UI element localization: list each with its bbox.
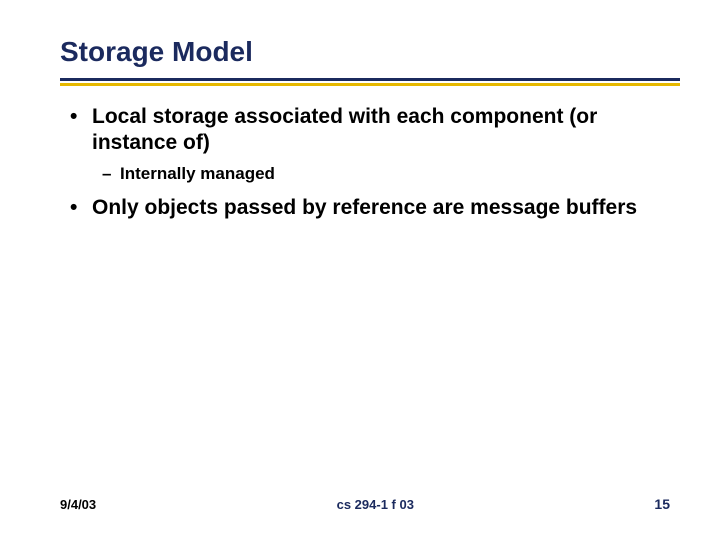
bullet-text: Local storage associated with each compo… [92,104,650,157]
bullet-level1: • Local storage associated with each com… [68,104,650,157]
bullet-text: Only objects passed by reference are mes… [92,195,650,221]
slide-body: • Local storage associated with each com… [60,104,670,221]
footer-course: cs 294-1 f 03 [337,497,414,512]
bullet-dot-icon: • [68,104,92,157]
slide-footer: 9/4/03 cs 294-1 f 03 15 [60,496,670,512]
bullet-level1: • Only objects passed by reference are m… [68,195,650,221]
bullet-dash-icon: – [102,163,120,185]
bullet-text: Internally managed [120,163,650,185]
footer-date: 9/4/03 [60,497,96,512]
bullet-level2: – Internally managed [102,163,650,185]
slide: Storage Model • Local storage associated… [0,0,720,540]
divider-dark [60,78,680,81]
divider-gold [60,83,680,86]
slide-title: Storage Model [60,36,670,68]
bullet-dot-icon: • [68,195,92,221]
footer-page-number: 15 [654,496,670,512]
